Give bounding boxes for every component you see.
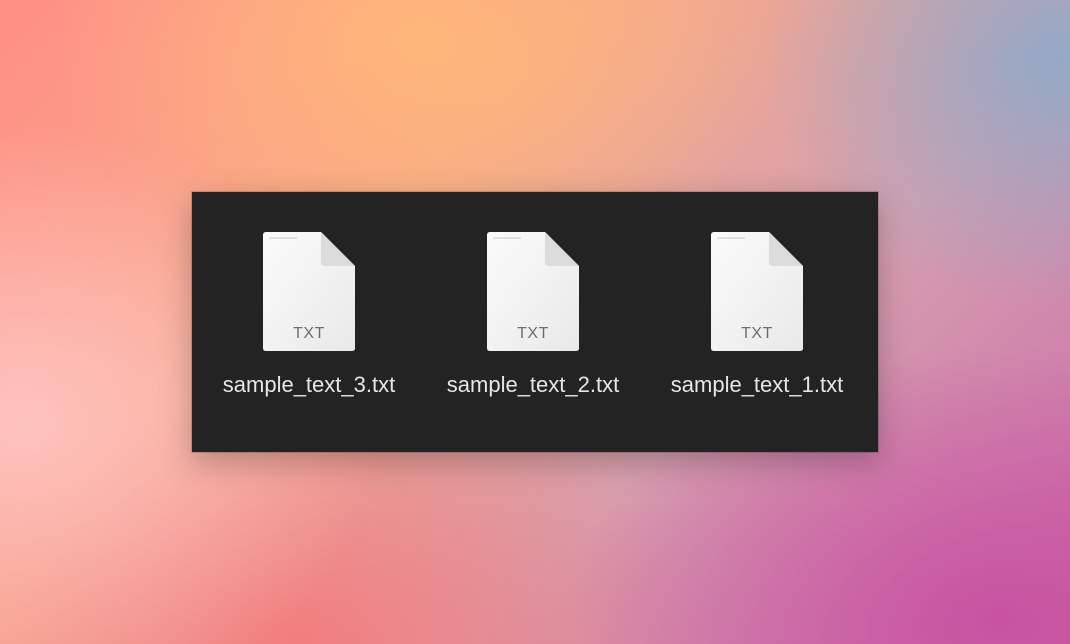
file-item-sample-text-3[interactable]: TXT sample_text_3.txt: [197, 232, 421, 412]
txt-document-icon[interactable]: TXT: [263, 232, 355, 351]
file-item-sample-text-2[interactable]: TXT sample_text_2.txt: [421, 232, 645, 412]
desktop-background: TXT sample_text_3.txt TXT sample_text_2.…: [0, 0, 1070, 644]
file-name-label[interactable]: sample_text_1.txt: [645, 372, 869, 398]
file-name-label[interactable]: sample_text_3.txt: [197, 372, 421, 398]
txt-document-icon[interactable]: TXT: [711, 232, 803, 351]
file-item-sample-text-1[interactable]: TXT sample_text_1.txt: [645, 232, 869, 412]
file-type-label: TXT: [741, 325, 773, 342]
finder-window[interactable]: TXT sample_text_3.txt TXT sample_text_2.…: [192, 192, 878, 452]
file-type-label: TXT: [293, 325, 325, 342]
file-type-label: TXT: [517, 325, 549, 342]
file-name-label[interactable]: sample_text_2.txt: [421, 372, 645, 398]
txt-document-icon[interactable]: TXT: [487, 232, 579, 351]
